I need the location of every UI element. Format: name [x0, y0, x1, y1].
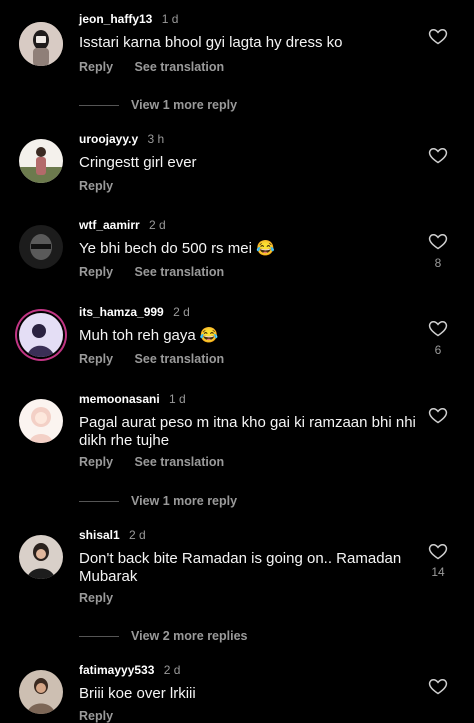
username[interactable]: shisal1 [79, 528, 120, 542]
comment-actions: Reply See translation [79, 455, 242, 469]
comment-actions: Reply See translation [79, 352, 242, 366]
comment-text: Briii koe over lrkiii [79, 685, 196, 702]
comment-item: fatimayyy533 2 d Briii koe over lrkiii R… [0, 663, 474, 723]
username[interactable]: its_hamza_999 [79, 305, 164, 319]
view-more-replies[interactable]: View 2 more replies [79, 629, 248, 643]
comment-text: Cringestt girl ever [79, 154, 197, 171]
comment-header: fatimayyy533 2 d [79, 663, 180, 677]
divider [79, 501, 119, 503]
see-translation-button[interactable]: See translation [135, 352, 225, 366]
comment-item: shisal1 2 d Don't back bite Ramadan is g… [0, 528, 474, 648]
view-more-replies[interactable]: View 1 more reply [79, 494, 237, 508]
see-translation-button[interactable]: See translation [135, 455, 225, 469]
heart-icon[interactable] [428, 405, 448, 425]
timestamp: 1 d [169, 392, 186, 406]
timestamp: 2 d [173, 305, 190, 319]
like-count: 8 [434, 256, 442, 270]
username[interactable]: fatimayyy533 [79, 663, 154, 677]
timestamp: 2 d [163, 663, 181, 677]
like-count: 6 [434, 343, 442, 357]
avatar[interactable] [19, 22, 63, 66]
comment-item: its_hamza_999 2 d Muh toh reh gaya 😂 Rep… [0, 305, 474, 375]
see-translation-button[interactable]: See translation [135, 265, 225, 279]
reply-button[interactable]: Reply [79, 265, 113, 279]
comment-text: Isstari karna bhool gyi lagta hy dress k… [79, 34, 343, 51]
comment-actions: Reply [79, 709, 131, 723]
like-count: 14 [431, 565, 445, 579]
username[interactable]: uroojayy.y [79, 132, 138, 146]
reply-button[interactable]: Reply [79, 60, 113, 74]
heart-icon[interactable] [428, 231, 448, 251]
see-translation-button[interactable]: See translation [135, 60, 225, 74]
avatar[interactable] [19, 535, 63, 579]
reply-button[interactable]: Reply [79, 455, 113, 469]
heart-icon[interactable] [428, 26, 448, 46]
timestamp: 1 d [161, 12, 179, 26]
heart-icon[interactable] [428, 318, 448, 338]
comment-actions: Reply [79, 591, 131, 605]
comment-text: Don't back bite Ramadan is going on.. Ra… [79, 550, 402, 585]
username[interactable]: wtf_aamirr [79, 218, 140, 232]
comment-item: memoonasani 1 d Pagal aurat peso m itna … [0, 392, 474, 512]
comment-text: Muh toh reh gaya 😂 [79, 327, 219, 344]
comment-text: Pagal aurat peso m itna kho gai ki ramza… [79, 414, 416, 449]
timestamp: 2 d [129, 528, 146, 542]
reply-button[interactable]: Reply [79, 709, 113, 723]
heart-icon[interactable] [428, 676, 448, 696]
comment-header: uroojayy.y 3 h [79, 132, 164, 146]
comment-header: wtf_aamirr 2 d [79, 218, 166, 232]
comment-item: wtf_aamirr 2 d Ye bhi bech do 500 rs mei… [0, 218, 474, 288]
heart-icon[interactable] [428, 541, 448, 561]
heart-icon[interactable] [428, 145, 448, 165]
view-more-replies[interactable]: View 1 more reply [79, 98, 237, 112]
avatar[interactable] [19, 399, 63, 443]
view-more-label[interactable]: View 1 more reply [131, 494, 237, 508]
comment-item: jeon_haffy13 1 d Isstari karna bhool gyi… [0, 12, 474, 122]
view-more-label[interactable]: View 1 more reply [131, 98, 237, 112]
divider [79, 105, 119, 107]
comment-text: Ye bhi bech do 500 rs mei 😂 [79, 240, 275, 257]
username[interactable]: jeon_haffy13 [79, 12, 152, 26]
reply-button[interactable]: Reply [79, 591, 113, 605]
divider [79, 636, 119, 638]
comment-header: shisal1 2 d [79, 528, 146, 542]
timestamp: 3 h [147, 132, 165, 146]
comment-header: memoonasani 1 d [79, 392, 186, 406]
avatar[interactable] [19, 225, 63, 269]
reply-button[interactable]: Reply [79, 352, 113, 366]
comment-actions: Reply See translation [79, 265, 242, 279]
reply-button[interactable]: Reply [79, 179, 113, 193]
avatar[interactable] [19, 313, 63, 357]
comment-actions: Reply See translation [79, 60, 242, 74]
comment-actions: Reply [79, 179, 131, 193]
comment-header: its_hamza_999 2 d [79, 305, 190, 319]
username[interactable]: memoonasani [79, 392, 160, 406]
avatar[interactable] [19, 139, 63, 183]
comment-item: uroojayy.y 3 h Cringestt girl ever Reply [0, 132, 474, 202]
timestamp: 2 d [149, 218, 166, 232]
comment-header: jeon_haffy13 1 d [79, 12, 178, 26]
avatar[interactable] [19, 670, 63, 714]
view-more-label[interactable]: View 2 more replies [131, 629, 248, 643]
